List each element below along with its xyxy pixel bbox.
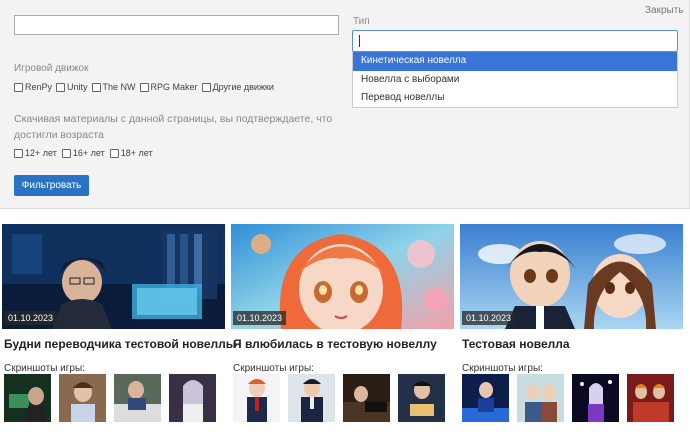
name-search-input[interactable] bbox=[14, 15, 339, 35]
novel-title[interactable]: Я влюбилась в тестовую новеллу bbox=[233, 337, 437, 351]
filter-button[interactable]: Фильтровать bbox=[14, 175, 89, 196]
screenshots-label: Скриншоты игры: bbox=[462, 363, 543, 374]
novel-date: 01.10.2023 bbox=[4, 311, 58, 325]
engine-checkbox-unity[interactable]: Unity bbox=[56, 82, 88, 92]
screenshot-thumbnail[interactable] bbox=[517, 374, 564, 422]
screenshot-thumbnail[interactable] bbox=[288, 374, 335, 422]
age-checkbox-16[interactable]: 16+ лет bbox=[61, 148, 105, 158]
type-dropdown: Кинетическая новелла Новелла с выборами … bbox=[352, 52, 678, 108]
screenshots-label: Скриншоты игры: bbox=[4, 363, 85, 374]
type-label: Тип bbox=[353, 16, 370, 27]
close-link[interactable]: Закрыть bbox=[645, 5, 684, 16]
novel-date: 01.10.2023 bbox=[233, 311, 287, 325]
screenshot-thumbnail[interactable] bbox=[572, 374, 619, 422]
screenshots-row bbox=[462, 374, 674, 422]
screenshot-thumbnail[interactable] bbox=[4, 374, 51, 422]
engine-checkbox-rpgmaker[interactable]: RPG Maker bbox=[139, 82, 198, 92]
type-option-choices[interactable]: Новелла с выборами bbox=[353, 71, 677, 90]
novel-date: 01.10.2023 bbox=[462, 311, 516, 325]
checkbox-icon bbox=[14, 82, 23, 92]
engine-checkbox-other[interactable]: Другие движки bbox=[201, 82, 274, 92]
checkbox-icon bbox=[139, 82, 149, 92]
checkbox-icon bbox=[14, 148, 23, 158]
checkbox-icon bbox=[109, 148, 119, 158]
engine-checkbox-thenw[interactable]: The NW bbox=[91, 82, 136, 92]
screenshot-thumbnail[interactable] bbox=[343, 374, 390, 422]
novel-title[interactable]: Тестовая новелла bbox=[462, 337, 570, 351]
screenshot-thumbnail[interactable] bbox=[114, 374, 161, 422]
filter-panel: Закрыть Игровой движок RenPy Unity The N… bbox=[0, 0, 690, 209]
engine-checkbox-renpy[interactable]: RenPy bbox=[14, 82, 52, 92]
checkbox-icon bbox=[61, 148, 71, 158]
type-select-input[interactable] bbox=[352, 30, 678, 52]
age-checkbox-group: 12+ лет 16+ лет 18+ лет bbox=[14, 148, 153, 158]
screenshot-thumbnail[interactable] bbox=[462, 374, 509, 422]
screenshot-thumbnail[interactable] bbox=[169, 374, 216, 422]
age-checkbox-18[interactable]: 18+ лет bbox=[109, 148, 153, 158]
checkbox-icon bbox=[201, 82, 211, 92]
text-caret bbox=[359, 35, 360, 47]
type-option-kinetic[interactable]: Кинетическая новелла bbox=[353, 52, 677, 71]
age-checkbox-12[interactable]: 12+ лет bbox=[14, 148, 57, 158]
screenshots-label: Скриншоты игры: bbox=[233, 363, 314, 374]
checkbox-icon bbox=[56, 82, 66, 92]
type-option-translation[interactable]: Перевод новеллы bbox=[353, 89, 677, 108]
engine-checkbox-group: RenPy Unity The NW RPG Maker Другие движ… bbox=[14, 82, 274, 92]
screenshot-thumbnail[interactable] bbox=[627, 374, 674, 422]
screenshot-thumbnail[interactable] bbox=[59, 374, 106, 422]
novel-title[interactable]: Будни переводчика тестовой новеллы bbox=[4, 337, 236, 351]
screenshot-thumbnail[interactable] bbox=[398, 374, 445, 422]
screenshots-row bbox=[233, 374, 445, 422]
checkbox-icon bbox=[91, 82, 101, 92]
screenshots-row bbox=[4, 374, 216, 422]
engine-label: Игровой движок bbox=[14, 63, 89, 74]
age-note: Скачивая материалы с данной страницы, вы… bbox=[14, 113, 333, 141]
screenshot-thumbnail[interactable] bbox=[233, 374, 280, 422]
